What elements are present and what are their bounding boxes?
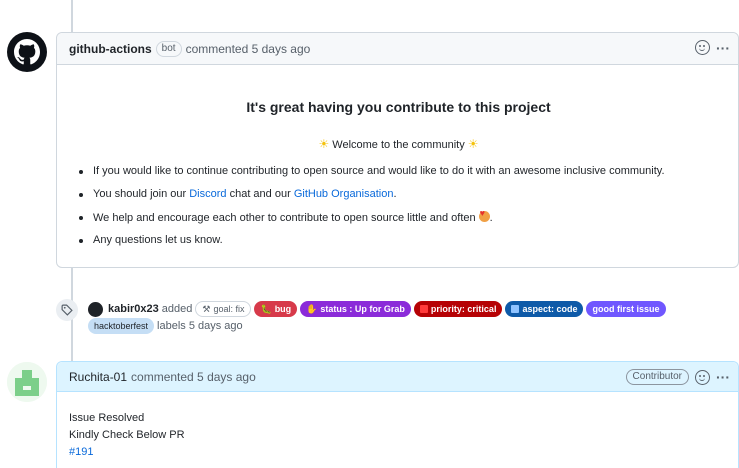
list-item: We help and encourage each other to cont… bbox=[79, 208, 665, 234]
square-icon bbox=[419, 305, 428, 313]
label-text: hacktoberfest bbox=[94, 321, 149, 331]
more-options-icon[interactable]: ··· bbox=[716, 41, 730, 55]
comment-timestamp[interactable]: commented 5 days ago bbox=[131, 370, 256, 384]
list-item: Any questions let us know. bbox=[79, 234, 665, 257]
code-icon bbox=[511, 305, 520, 313]
hand-icon: ✋ bbox=[306, 303, 318, 314]
label-text: goal: fix bbox=[213, 304, 245, 314]
labels-event-row: kabir0x23 added ⚒ goal: fix 🐛 bug ✋ status … bbox=[88, 301, 666, 317]
tools-icon: ⚒ bbox=[202, 303, 211, 314]
event-timestamp[interactable]: labels 5 days ago bbox=[157, 320, 243, 332]
info-list: If you would like to continue contributi… bbox=[79, 165, 665, 257]
labels-event-row-continued: hacktoberfest labels 5 days ago bbox=[88, 318, 243, 334]
identicon-icon bbox=[7, 362, 47, 402]
comment-line: Issue Resolved bbox=[69, 412, 145, 424]
comment-heading: It's great having you contribute to this… bbox=[246, 99, 551, 115]
bot-badge: bot bbox=[155, 40, 182, 57]
comment-line: Kindly Check Below PR bbox=[69, 429, 185, 441]
list-item-text: We help and encourage each other to cont… bbox=[93, 212, 479, 224]
github-organisation-link[interactable]: GitHub Organisation bbox=[294, 188, 394, 200]
bug-icon: 🐛 bbox=[260, 303, 272, 314]
list-item: If you would like to continue contributi… bbox=[79, 165, 665, 188]
label-good-first-issue[interactable]: good first issue bbox=[586, 301, 666, 317]
label-text: priority: critical bbox=[430, 304, 497, 314]
comment-author[interactable]: Ruchita-01 bbox=[69, 370, 127, 384]
label-text: bug bbox=[274, 304, 292, 314]
list-item-text: . bbox=[489, 212, 493, 224]
contributor-comment: Ruchita-01 commented 5 days ago Contribu… bbox=[56, 361, 739, 468]
comment-header: Ruchita-01 commented 5 days ago Contribu… bbox=[57, 362, 738, 392]
sun-icon: ☀ bbox=[318, 137, 330, 151]
github-icon bbox=[14, 39, 40, 65]
event-verb: added bbox=[161, 303, 193, 315]
github-actions-avatar[interactable] bbox=[7, 32, 47, 72]
tag-icon bbox=[56, 299, 78, 321]
list-item-text: chat and our bbox=[226, 188, 294, 200]
comment-body: Issue Resolved Kindly Check Below PR #19… bbox=[69, 410, 185, 461]
list-item-text: . bbox=[393, 188, 397, 200]
comment-header: github-actions bot commented 5 days ago … bbox=[57, 33, 738, 65]
bot-comment: github-actions bot commented 5 days ago … bbox=[56, 32, 739, 268]
label-text: status : Up for Grab bbox=[320, 304, 405, 314]
comment-timestamp[interactable]: commented 5 days ago bbox=[186, 42, 311, 56]
add-reaction-icon[interactable] bbox=[695, 40, 710, 55]
list-item-text: If you would like to continue contributi… bbox=[93, 165, 665, 177]
list-item: You should join our Discord chat and our… bbox=[79, 188, 665, 211]
welcome-line: ☀ Welcome to the community ☀ bbox=[57, 137, 739, 151]
heart-eyes-emoji-icon bbox=[478, 208, 490, 222]
list-item-text: Any questions let us know. bbox=[93, 234, 223, 246]
welcome-text: Welcome to the community bbox=[332, 139, 465, 151]
more-options-icon[interactable]: ··· bbox=[716, 370, 730, 384]
label-text: aspect: code bbox=[522, 304, 578, 314]
label-text: good first issue bbox=[592, 304, 660, 314]
sun-icon: ☀ bbox=[467, 137, 479, 151]
label-bug[interactable]: 🐛 bug bbox=[254, 301, 298, 317]
label-aspect-code[interactable]: aspect: code bbox=[505, 301, 584, 317]
contributor-badge: Contributor bbox=[625, 369, 689, 385]
discord-link[interactable]: Discord bbox=[189, 188, 226, 200]
pr-link[interactable]: #191 bbox=[69, 446, 93, 458]
kabir-avatar[interactable] bbox=[88, 301, 103, 317]
list-item-text: You should join our bbox=[93, 188, 190, 200]
label-priority-critical[interactable]: priority: critical bbox=[413, 301, 503, 317]
ruchita-avatar[interactable] bbox=[7, 362, 47, 402]
add-reaction-icon[interactable] bbox=[695, 369, 710, 385]
label-status-up-for-grab[interactable]: ✋ status : Up for Grab bbox=[300, 301, 411, 317]
label-hacktoberfest[interactable]: hacktoberfest bbox=[88, 318, 155, 334]
comment-author[interactable]: github-actions bbox=[69, 42, 152, 56]
event-actor[interactable]: kabir0x23 bbox=[108, 303, 159, 315]
label-goal-fix[interactable]: ⚒ goal: fix bbox=[195, 301, 252, 317]
